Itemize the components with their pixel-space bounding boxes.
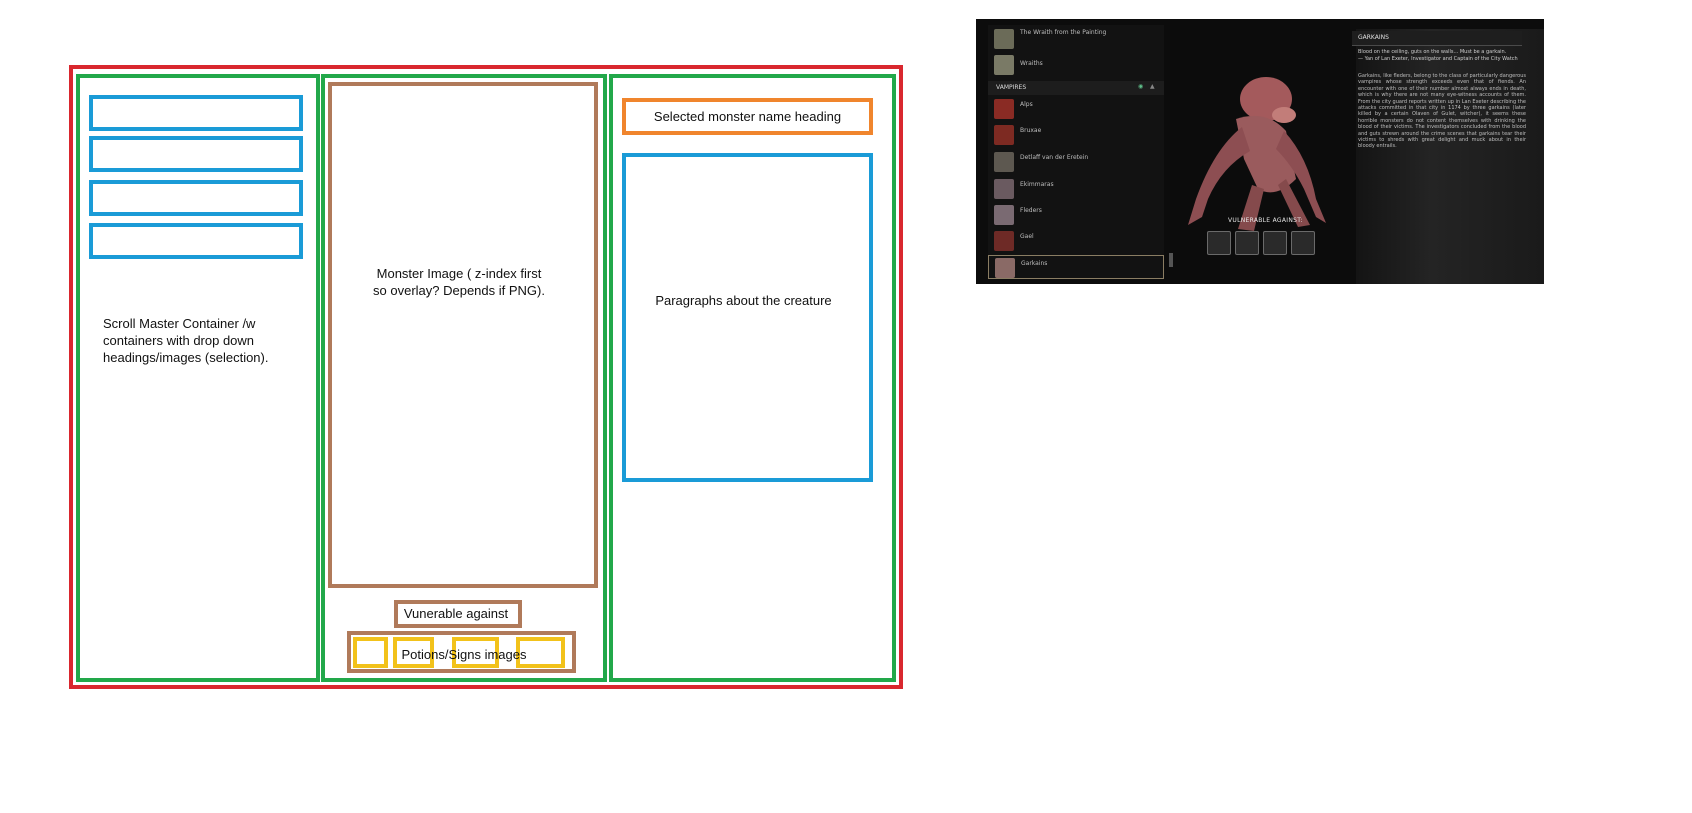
- reference-screenshot: The Wraith from the Painting Wraiths VAM…: [976, 19, 1544, 284]
- list-item-selected[interactable]: Garkains: [988, 255, 1164, 279]
- oil-icon[interactable]: [1207, 231, 1231, 255]
- list-item[interactable]: The Wraith from the Painting: [988, 27, 1164, 51]
- list-item-name: Fleders: [1020, 207, 1042, 214]
- monster-thumbnail: [994, 99, 1014, 119]
- monster-thumbnail: [994, 55, 1014, 75]
- list-item-placeholder-2[interactable]: [89, 136, 303, 172]
- monster-thumbnail: [994, 152, 1014, 172]
- collapse-arrow-icon[interactable]: ▲: [1150, 83, 1155, 90]
- list-item-name: Gael: [1020, 233, 1034, 240]
- list-item-name: Ekimmaras: [1020, 181, 1054, 188]
- book-background: [1356, 29, 1544, 284]
- bestiary-list[interactable]: The Wraith from the Painting Wraiths VAM…: [988, 25, 1164, 279]
- vulnerable-heading: VULNERABLE AGAINST:: [1228, 217, 1303, 224]
- list-scrollbar[interactable]: [1169, 253, 1173, 267]
- monster-title: GARKAINS: [1358, 34, 1389, 41]
- vulnerable-label: Vunerable against: [403, 606, 509, 621]
- list-item[interactable]: Bruxae: [988, 123, 1164, 147]
- paragraphs-box: [622, 153, 873, 482]
- monster-image-label: Monster Image ( z-index first so overlay…: [373, 266, 545, 298]
- paragraphs-label: Paragraphs about the creature: [655, 293, 832, 308]
- quote-source: — Yan of Lan Exeter, Investigator and Ca…: [1358, 55, 1518, 62]
- list-item[interactable]: Ekimmaras: [988, 177, 1164, 201]
- monster-description: Garkains, like fleders, belong to the cl…: [1358, 73, 1526, 150]
- scroll-container-label: Scroll Master Container /w containers wi…: [103, 316, 269, 365]
- list-item-name: Detlaff van der Eretein: [1020, 154, 1089, 161]
- quote-text: Blood on the ceiling, guts on the walls.…: [1358, 49, 1507, 55]
- category-header-label: VAMPIRES: [996, 84, 1027, 91]
- potion-icon[interactable]: [1263, 231, 1287, 255]
- list-item-placeholder-4[interactable]: [89, 223, 303, 259]
- expand-icon[interactable]: ◉: [1138, 83, 1143, 90]
- list-item-name: Wraiths: [1020, 60, 1043, 67]
- list-item-placeholder-3[interactable]: [89, 180, 303, 216]
- monster-thumbnail: [994, 205, 1014, 225]
- list-item-name: Alps: [1020, 101, 1033, 108]
- list-item[interactable]: Wraiths: [988, 53, 1164, 77]
- decoction-icon[interactable]: [1291, 231, 1315, 255]
- list-item[interactable]: Gael: [988, 229, 1164, 253]
- monster-title-bar: GARKAINS: [1352, 31, 1522, 46]
- list-item[interactable]: Alps: [988, 97, 1164, 121]
- potions-label: Potions/Signs images: [401, 647, 527, 662]
- monster-heading-label: Selected monster name heading: [653, 109, 842, 124]
- monster-quote: Blood on the ceiling, guts on the walls.…: [1358, 49, 1526, 62]
- monster-thumbnail: [994, 29, 1014, 49]
- monster-thumbnail: [995, 258, 1015, 278]
- bomb-icon[interactable]: [1235, 231, 1259, 255]
- list-item[interactable]: Detlaff van der Eretein: [988, 150, 1164, 174]
- monster-thumbnail: [994, 125, 1014, 145]
- monster-thumbnail: [994, 179, 1014, 199]
- monster-thumbnail: [994, 231, 1014, 251]
- list-item[interactable]: Fleders: [988, 203, 1164, 227]
- list-item-name: The Wraith from the Painting: [1020, 29, 1107, 36]
- list-item-placeholder-1[interactable]: [89, 95, 303, 131]
- list-item-name: Bruxae: [1020, 127, 1042, 134]
- list-item-name: Garkains: [1021, 260, 1048, 267]
- category-header[interactable]: VAMPIRES ◉ ▲: [988, 81, 1164, 95]
- monster-image-placeholder: [328, 82, 598, 588]
